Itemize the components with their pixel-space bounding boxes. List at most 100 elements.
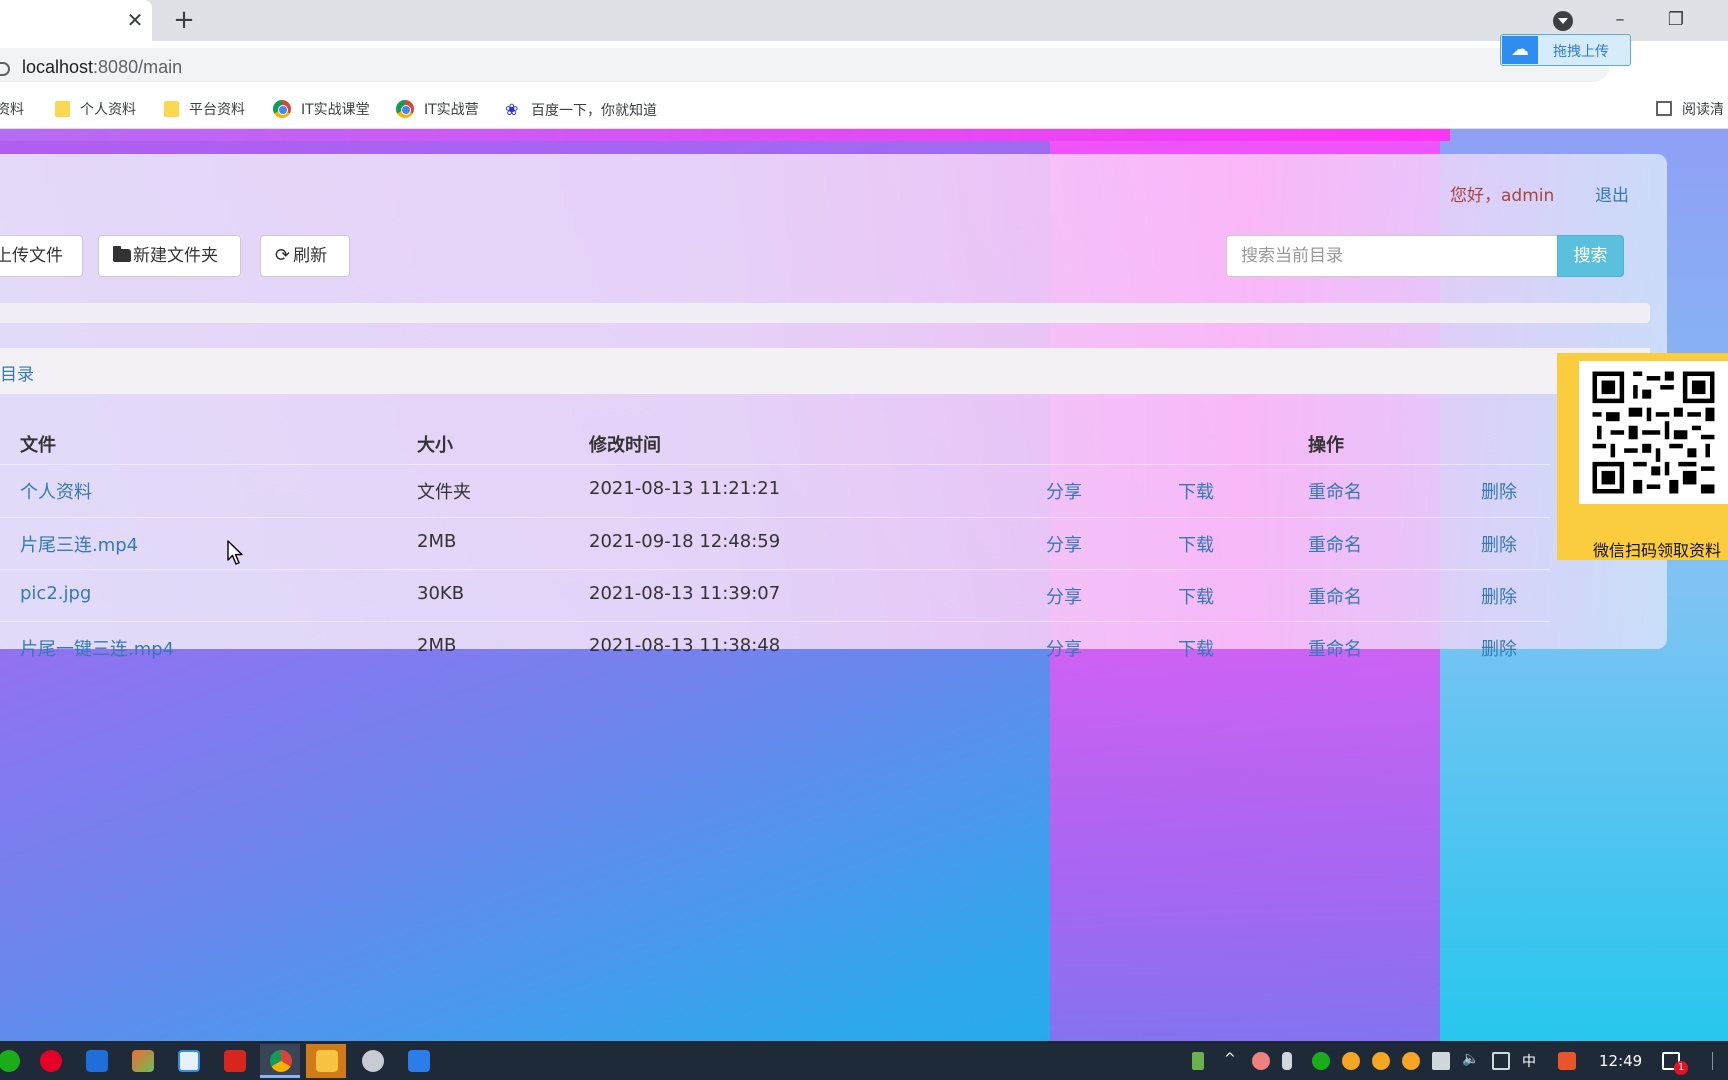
delete-link[interactable]: 删除 — [1481, 531, 1517, 557]
search-button[interactable]: 搜索 — [1557, 235, 1624, 277]
file-name-link[interactable]: 片尾一键三连.mp4 — [20, 635, 174, 661]
chrome-icon — [273, 100, 291, 118]
rename-link[interactable]: 重命名 — [1308, 583, 1362, 609]
tray-expand-icon[interactable]: ^ — [1224, 1051, 1236, 1071]
power-icon[interactable] — [1432, 1052, 1450, 1070]
delete-link[interactable]: 删除 — [1481, 478, 1517, 504]
reading-mode-button[interactable]: 阅读清 — [1656, 99, 1724, 121]
new-tab-button[interactable]: + — [170, 6, 198, 34]
notification-badge: 1 — [1674, 1061, 1688, 1075]
taskbar-app-explorer[interactable] — [306, 1044, 346, 1078]
bookmark-item[interactable]: 个人资料 — [55, 99, 136, 121]
row-divider — [0, 517, 1550, 518]
file-name-link[interactable]: 片尾三连.mp4 — [20, 531, 138, 557]
upload-file-label: 上传文件 — [0, 246, 63, 266]
url-path: :8080/main — [93, 57, 183, 77]
close-tab-icon[interactable]: ✕ — [124, 8, 146, 32]
refresh-icon: ⟳ — [275, 245, 291, 266]
ime-indicator[interactable]: 中 — [1522, 1051, 1536, 1071]
download-link[interactable]: 下载 — [1178, 531, 1214, 557]
editor-icon — [132, 1050, 154, 1072]
share-link[interactable]: 分享 — [1046, 583, 1082, 609]
delete-link[interactable]: 删除 — [1481, 583, 1517, 609]
taskbar-app-wechat[interactable] — [0, 1044, 28, 1078]
file-size: 2MB — [417, 635, 457, 656]
tray-app-icon[interactable] — [1252, 1052, 1270, 1070]
taskbar-app-chrome[interactable] — [260, 1044, 300, 1078]
logout-link[interactable]: 退出 — [1595, 181, 1629, 206]
baidu-icon: ❀ — [505, 100, 519, 119]
tab-search-icon[interactable] — [1553, 11, 1573, 31]
bookmark-item[interactable]: ❀ 百度一下，你就知道 — [505, 99, 657, 121]
rename-link[interactable]: 重命名 — [1308, 531, 1362, 557]
chrome-icon — [396, 100, 414, 118]
taskbar-app-feather[interactable] — [76, 1044, 116, 1078]
baidu-cloud-icon — [178, 1050, 200, 1072]
baidu-cloud-icon: ☁ — [1502, 36, 1538, 64]
table-row: pic2.jpg 30KB 2021-08-13 11:39:07 分享 下载 … — [0, 583, 1550, 635]
bookmark-label: 百度一下，你就知道 — [531, 103, 657, 119]
baidu-upload-extension[interactable]: ☁ 拖拽上传 — [1500, 34, 1631, 66]
share-link[interactable]: 分享 — [1046, 531, 1082, 557]
volume-icon[interactable]: 🔈 — [1462, 1051, 1479, 1071]
rename-link[interactable]: 重命名 — [1308, 635, 1362, 661]
share-link[interactable]: 分享 — [1046, 635, 1082, 661]
address-bar[interactable] — [0, 48, 1610, 82]
upload-file-button[interactable]: 上传文件 — [0, 235, 83, 277]
file-name-link[interactable]: pic2.jpg — [20, 583, 91, 604]
bookmark-label: 资料 — [0, 102, 24, 118]
file-modified: 2021-09-18 12:48:59 — [589, 531, 781, 552]
file-modified: 2021-08-13 11:39:07 — [589, 583, 781, 604]
bookmark-label: IT实战课堂 — [301, 102, 370, 118]
bookmark-item[interactable]: IT实战课堂 — [273, 99, 370, 121]
taskbar-app-baidu-netdisk[interactable] — [168, 1044, 208, 1078]
taskbar-app-settings[interactable] — [352, 1044, 392, 1078]
active-indicator — [260, 1075, 300, 1078]
bookmark-item[interactable]: 资料 — [0, 99, 24, 121]
wechat-tray-icon[interactable] — [1312, 1052, 1330, 1070]
taskbar-app-netease[interactable] — [30, 1044, 70, 1078]
refresh-button[interactable]: ⟳ 刷新 — [260, 235, 350, 277]
browser-tab[interactable]: ✕ — [0, 0, 152, 41]
breadcrumb-root[interactable]: 目录 — [0, 360, 34, 385]
qr-code-ad[interactable]: 微信扫码领取资料 — [1557, 353, 1728, 560]
file-size: 30KB — [417, 583, 465, 604]
show-desktop-button[interactable] — [1712, 1052, 1726, 1070]
download-link[interactable]: 下载 — [1178, 635, 1214, 661]
column-header-size: 大小 — [417, 435, 453, 456]
background-top-band — [0, 129, 1450, 141]
qq-tray-icon[interactable] — [1342, 1052, 1360, 1070]
rename-link[interactable]: 重命名 — [1308, 478, 1362, 504]
network-icon[interactable] — [1492, 1052, 1510, 1070]
taskbar-app-wps[interactable] — [214, 1044, 254, 1078]
restore-button[interactable]: ❐ — [1661, 6, 1691, 34]
url-host: localhost — [22, 57, 94, 77]
taskbar-app-taskmgr[interactable] — [398, 1044, 438, 1078]
taskbar-app-editor[interactable] — [122, 1044, 162, 1078]
bookmark-item[interactable]: IT实战营 — [396, 99, 479, 121]
bookmark-item[interactable]: 平台资料 — [164, 99, 245, 121]
battery-tray-icon[interactable] — [1192, 1052, 1204, 1070]
taskbar-clock[interactable]: 12:49 — [1599, 1052, 1642, 1070]
browser-tab-strip: ✕ + – ❐ — [0, 0, 1728, 41]
microphone-icon[interactable] — [1282, 1052, 1292, 1070]
folder-icon — [164, 101, 179, 117]
file-name-link[interactable]: 个人资料 — [20, 478, 92, 504]
delete-link[interactable]: 删除 — [1481, 635, 1517, 661]
new-folder-button[interactable]: 新建文件夹 — [98, 235, 241, 277]
baidu-upload-label: 拖拽上传 — [1553, 44, 1609, 60]
qq-tray-icon[interactable] — [1372, 1052, 1390, 1070]
minimize-button[interactable]: – — [1605, 6, 1635, 34]
windows-taskbar: ^ 🔈 中 12:49 — [0, 1041, 1728, 1080]
file-modified: 2021-08-13 11:21:21 — [589, 478, 781, 499]
refresh-label: 刷新 — [293, 246, 328, 266]
file-size: 文件夹 — [417, 482, 471, 503]
qq-tray-icon[interactable] — [1402, 1052, 1420, 1070]
download-link[interactable]: 下载 — [1178, 478, 1214, 504]
share-link[interactable]: 分享 — [1046, 478, 1082, 504]
download-link[interactable]: 下载 — [1178, 583, 1214, 609]
chrome-icon — [270, 1050, 292, 1072]
sogou-input-icon[interactable] — [1558, 1052, 1576, 1070]
search-input[interactable] — [1226, 235, 1558, 277]
url-text[interactable]: localhost:8080/main — [22, 57, 182, 78]
